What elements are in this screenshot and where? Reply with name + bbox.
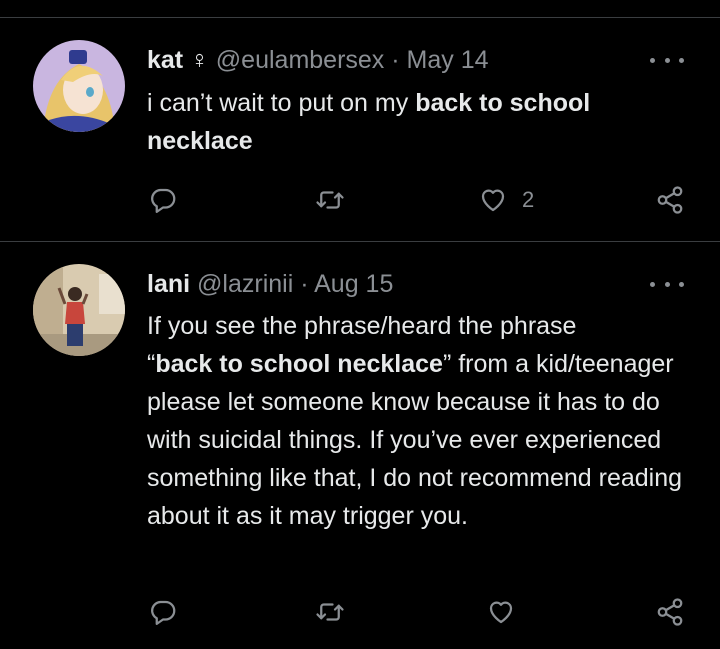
share-button[interactable] bbox=[655, 180, 685, 220]
reply-button[interactable] bbox=[148, 592, 178, 632]
share-button[interactable] bbox=[655, 592, 685, 632]
display-name[interactable]: kat bbox=[147, 46, 183, 74]
retweet-icon bbox=[316, 603, 344, 621]
tweet-header: lani @lazrinii · Aug 15 bbox=[147, 269, 393, 299]
share-icon bbox=[657, 186, 683, 214]
more-icon[interactable] bbox=[650, 274, 684, 294]
badge-glyph: ♀ bbox=[190, 46, 209, 74]
display-name[interactable]: lani bbox=[147, 270, 190, 298]
avatar[interactable] bbox=[33, 40, 125, 132]
reply-button[interactable] bbox=[148, 180, 178, 220]
reply-icon bbox=[151, 188, 176, 213]
avatar-image bbox=[33, 264, 125, 356]
more-icon[interactable] bbox=[650, 50, 684, 70]
tweet-header: kat ♀ @eulambersex · May 14 bbox=[147, 45, 489, 75]
like-count: 2 bbox=[522, 187, 535, 212]
timestamp[interactable]: May 14 bbox=[407, 46, 489, 74]
action-bar: 2 bbox=[0, 180, 720, 220]
tweet-text: i can’t wait to put on my back to school… bbox=[147, 84, 687, 160]
like-button[interactable]: 2 bbox=[478, 180, 534, 220]
retweet-icon bbox=[316, 191, 344, 209]
tweet-lani[interactable]: lani @lazrinii · Aug 15 If you see the p… bbox=[0, 242, 720, 649]
retweet-button[interactable] bbox=[315, 180, 345, 220]
tweet-text-part1: If you see the phrase/heard the phrase bbox=[147, 312, 577, 340]
like-icon bbox=[481, 189, 505, 212]
separator: · bbox=[391, 46, 400, 74]
action-bar bbox=[0, 592, 720, 632]
avatar-image bbox=[33, 40, 125, 132]
tweet-text-plain: i can’t wait to put on my bbox=[147, 89, 416, 117]
avatar[interactable] bbox=[33, 264, 125, 356]
separator: · bbox=[300, 270, 309, 298]
timestamp[interactable]: Aug 15 bbox=[314, 270, 393, 298]
tweet-kat[interactable]: kat ♀ @eulambersex · May 14 i can’t wait… bbox=[0, 0, 720, 240]
handle[interactable]: @eulambersex bbox=[216, 46, 385, 74]
tweet-text-bold: back to school necklace bbox=[155, 350, 443, 378]
tweet-text: If you see the phrase/heard the phrase “… bbox=[147, 307, 687, 535]
retweet-button[interactable] bbox=[315, 592, 345, 632]
handle[interactable]: @lazrinii bbox=[197, 270, 293, 298]
like-button[interactable] bbox=[486, 592, 516, 632]
like-icon bbox=[489, 601, 513, 624]
share-icon bbox=[657, 598, 683, 626]
reply-icon bbox=[151, 600, 176, 625]
